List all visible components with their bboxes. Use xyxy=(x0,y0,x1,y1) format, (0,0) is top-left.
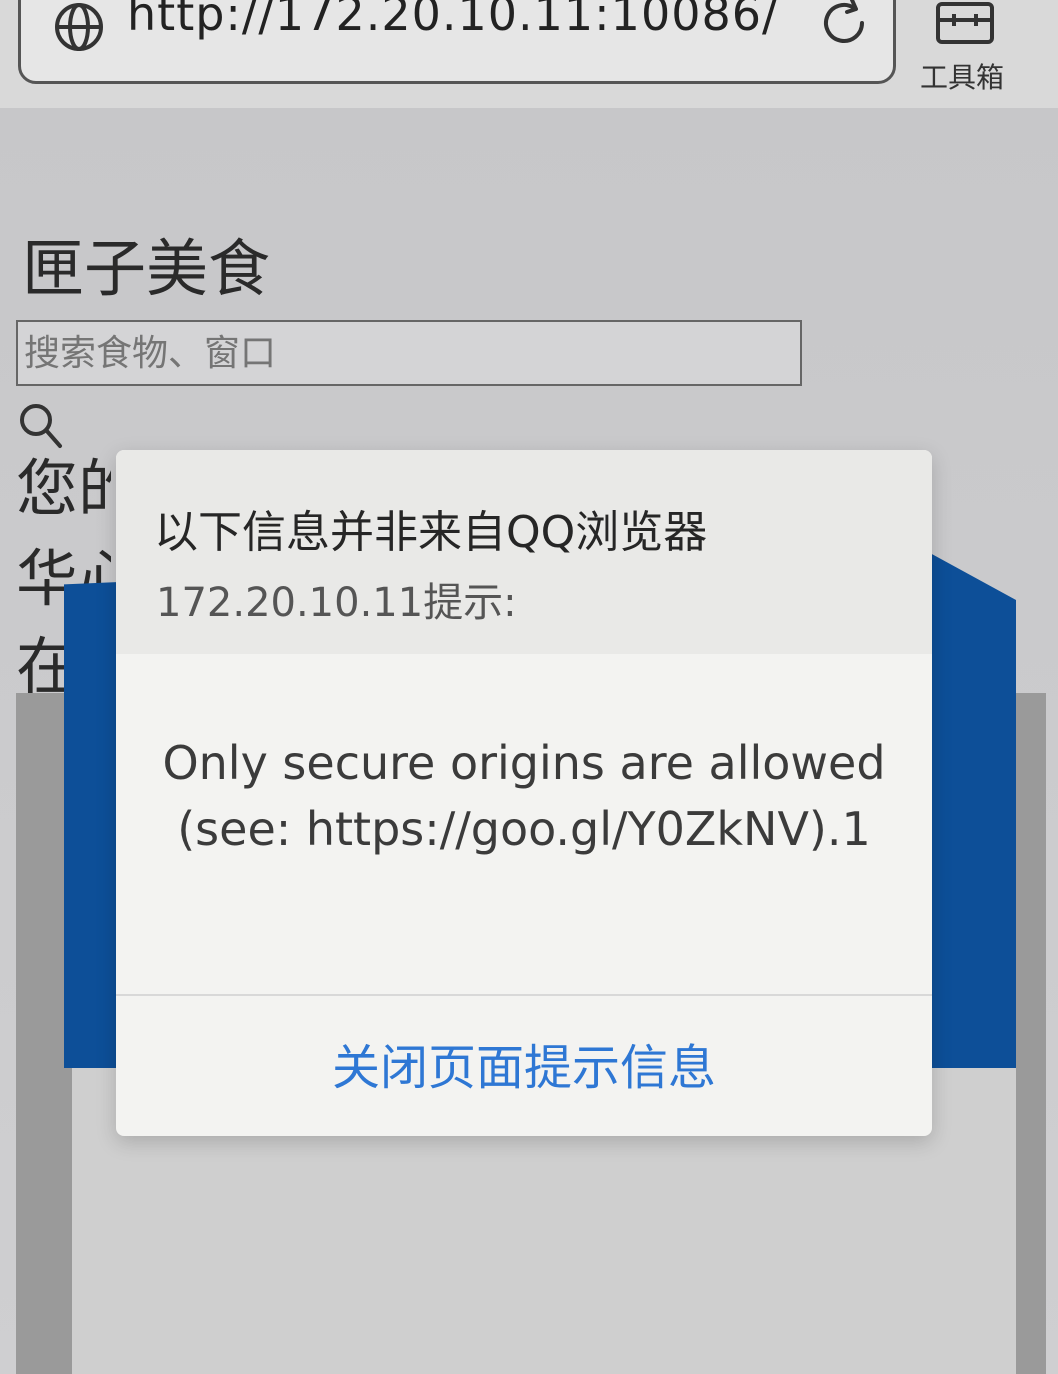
globe-icon xyxy=(55,3,103,51)
close-dialog-button[interactable]: 关闭页面提示信息 xyxy=(116,998,932,1136)
browser-toolbar: http://172.20.10.11:10086/ 工具箱 xyxy=(0,0,1058,109)
toolbox-label: 工具箱 xyxy=(920,61,1005,94)
dialog-header: 以下信息并非来自QQ浏览器 172.20.10.11提示: xyxy=(116,450,932,654)
dialog-message: Only secure origins are allowed (see: ht… xyxy=(162,736,886,856)
toolbox-icon xyxy=(936,2,994,44)
site-title: 匣子美食 xyxy=(22,232,271,305)
url-text[interactable]: http://172.20.10.11:10086/ xyxy=(127,0,779,41)
alert-dialog: 以下信息并非来自QQ浏览器 172.20.10.11提示: Only secur… xyxy=(116,450,932,1136)
dialog-divider xyxy=(116,994,932,996)
toolbox-button[interactable]: 工具箱 xyxy=(912,0,1032,100)
dialog-origin: 172.20.10.11提示: xyxy=(156,580,517,626)
dialog-source-warning: 以下信息并非来自QQ浏览器 xyxy=(154,507,708,558)
reload-icon[interactable] xyxy=(816,0,872,51)
partial-text-line-1: 您的 xyxy=(16,452,111,525)
address-bar[interactable]: http://172.20.10.11:10086/ xyxy=(18,0,896,84)
search-input[interactable] xyxy=(16,320,802,386)
